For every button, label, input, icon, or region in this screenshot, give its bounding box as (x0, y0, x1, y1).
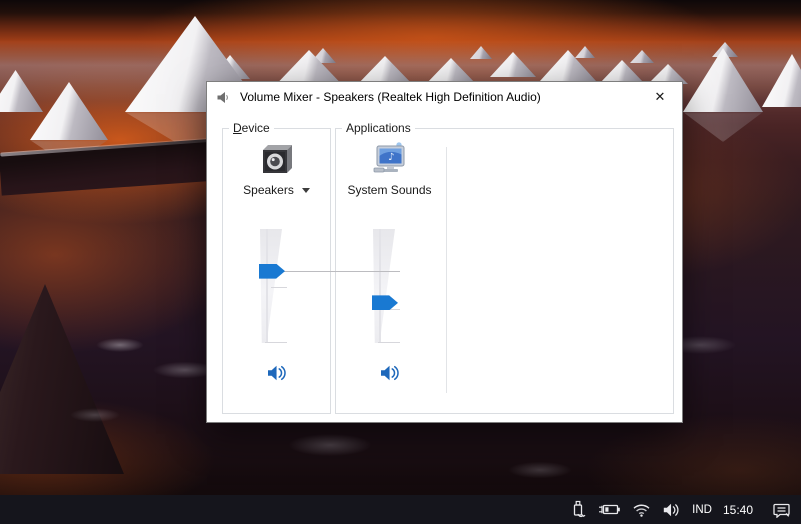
device-level-line (282, 271, 400, 272)
salt-cone (712, 42, 738, 57)
salt-cone (630, 50, 654, 63)
device-mute-button[interactable] (263, 362, 290, 383)
salt-ridge-highlight (0, 137, 218, 156)
salt-cone-reflection (683, 112, 763, 142)
salt-cone (30, 82, 108, 140)
slider-track-wedge (260, 229, 282, 343)
foreground-mound (0, 284, 124, 474)
application-name: System Sounds (347, 183, 431, 197)
salt-cone (600, 60, 644, 83)
slider-track-wedge (373, 229, 395, 343)
system-sounds-volume-slider[interactable] (336, 229, 443, 343)
clock[interactable]: 15:40 (723, 503, 753, 517)
slider-groove (379, 229, 381, 343)
salt-cone (310, 48, 336, 63)
chevron-down-icon[interactable] (302, 188, 310, 193)
wifi-icon[interactable] (632, 502, 651, 517)
system-tray: IND 15:40 (570, 500, 801, 519)
device-name: Speakers (243, 183, 294, 197)
salt-cone (210, 55, 250, 79)
salt-cone-reflection (30, 140, 108, 166)
desktop-screen: Volume Mixer - Speakers (Realtek High De… (0, 0, 801, 524)
salt-cone (0, 70, 43, 112)
volume-icon[interactable] (662, 502, 681, 518)
slider-groove (266, 229, 268, 343)
device-volume-thumb[interactable] (259, 264, 285, 279)
system-sounds-mute-button[interactable] (376, 362, 403, 383)
salt-cone (762, 54, 801, 107)
language-indicator[interactable]: IND (692, 504, 712, 516)
salt-cone (425, 58, 477, 85)
salt-cone (490, 52, 536, 77)
salt-ridge (0, 138, 221, 195)
title-bar[interactable]: Volume Mixer - Speakers (Realtek High De… (207, 82, 682, 112)
slider-tick (265, 342, 287, 343)
speakers-device-selector[interactable]: Speakers (223, 182, 330, 198)
salt-cone (575, 46, 595, 58)
device-volume-slider[interactable] (223, 229, 330, 343)
salt-cone (470, 46, 492, 59)
slider-tick (271, 287, 287, 288)
column-separator (446, 147, 447, 393)
speaker-volume-icon (266, 364, 288, 382)
slider-tick (378, 342, 400, 343)
taskbar: IND 15:40 (0, 495, 801, 524)
battery-charging-icon[interactable] (598, 502, 621, 517)
speaker-volume-icon (379, 364, 401, 382)
salt-cone (683, 48, 763, 112)
action-center-icon[interactable] (772, 501, 791, 518)
system-sounds-name-row: System Sounds (336, 182, 443, 198)
close-button[interactable]: ✕ (638, 82, 682, 112)
volume-mixer-window: Volume Mixer - Speakers (Realtek High De… (207, 82, 682, 422)
svg-text:♪: ♪ (388, 152, 394, 163)
salt-cone (540, 50, 596, 81)
window-title: Volume Mixer - Speakers (Realtek High De… (240, 90, 541, 104)
system-sounds-icon: ♪ (372, 141, 408, 176)
safely-remove-hardware-icon[interactable] (570, 500, 587, 519)
salt-cone (648, 64, 688, 84)
speaker-title-icon (216, 90, 231, 105)
speakers-device-icon (259, 142, 295, 176)
